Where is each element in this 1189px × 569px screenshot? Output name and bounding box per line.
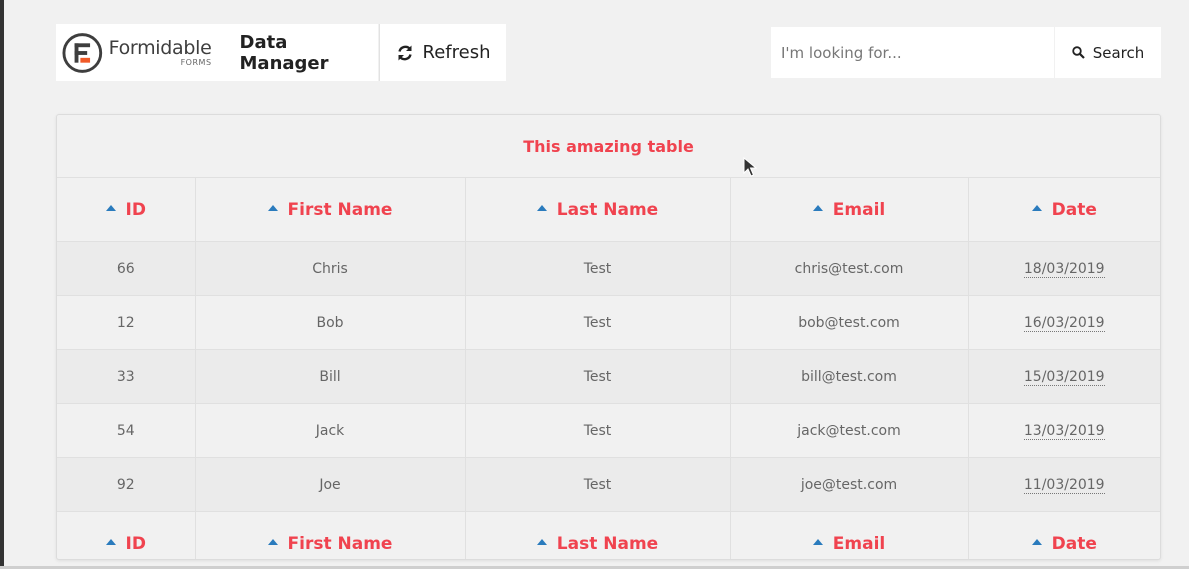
footer-header-id[interactable]: ID — [57, 511, 196, 559]
sort-asc-icon — [267, 204, 278, 211]
cell-last-name: Test — [465, 349, 731, 404]
table-header-row: ID First Name Last Name Email Date — [57, 178, 1160, 242]
cell-id: 66 — [57, 241, 196, 296]
footer-header-first-name[interactable]: First Name — [195, 511, 466, 559]
column-header-first-name[interactable]: First Name — [195, 178, 466, 242]
cell-date: 11/03/2019 — [968, 457, 1160, 512]
cell-id: 12 — [57, 295, 196, 350]
cell-date: 15/03/2019 — [968, 349, 1160, 404]
column-header-date[interactable]: Date — [968, 178, 1160, 242]
table-row: 54 Jack Test jack@test.com 13/03/2019 — [57, 403, 1160, 458]
formidable-logo-icon — [62, 32, 103, 73]
table-row: 33 Bill Test bill@test.com 15/03/2019 — [57, 349, 1160, 404]
sort-asc-icon — [267, 538, 278, 545]
cell-email: jack@test.com — [730, 403, 969, 458]
search-input[interactable] — [771, 27, 1054, 78]
cell-date: 16/03/2019 — [968, 295, 1160, 350]
search-button-label: Search — [1092, 43, 1145, 62]
cell-id: 54 — [57, 403, 196, 458]
sort-asc-icon — [536, 204, 547, 211]
sort-asc-icon — [536, 538, 547, 545]
search-button[interactable]: Search — [1055, 27, 1161, 78]
data-table-card: This amazing table ID First Name Last Na… — [56, 114, 1161, 560]
cell-last-name: Test — [465, 241, 731, 296]
table-row: 66 Chris Test chris@test.com 18/03/2019 — [57, 241, 1160, 296]
sort-asc-icon — [105, 538, 116, 545]
page-title: Data Manager — [239, 31, 329, 74]
window-edge — [0, 0, 4, 569]
cell-last-name: Test — [465, 295, 731, 350]
search-icon — [1072, 46, 1085, 59]
cell-email: chris@test.com — [730, 241, 969, 296]
cell-first-name: Bob — [195, 295, 466, 350]
cell-first-name: Jack — [195, 403, 466, 458]
refresh-icon — [397, 45, 412, 60]
table-row: 12 Bob Test bob@test.com 16/03/2019 — [57, 295, 1160, 350]
footer-header-last-name[interactable]: Last Name — [465, 511, 731, 559]
logo-text: Formidable FORMS — [108, 36, 212, 67]
cell-last-name: Test — [465, 457, 731, 512]
sort-asc-icon — [105, 204, 116, 211]
logo-sub-text: FORMS — [180, 57, 212, 67]
column-header-email[interactable]: Email — [730, 178, 969, 242]
table-row: 92 Joe Test joe@test.com 11/03/2019 — [57, 457, 1160, 512]
refresh-button[interactable]: Refresh — [379, 24, 506, 81]
cell-id: 33 — [57, 349, 196, 404]
sort-asc-icon — [812, 538, 823, 545]
cell-email: bob@test.com — [730, 295, 969, 350]
cell-email: bill@test.com — [730, 349, 969, 404]
refresh-button-label: Refresh — [422, 42, 491, 63]
mouse-cursor-icon — [743, 157, 757, 177]
table-caption: This amazing table — [57, 115, 1160, 178]
cell-email: joe@test.com — [730, 457, 969, 512]
column-header-last-name[interactable]: Last Name — [465, 178, 731, 242]
logo-main-text: Formidable — [108, 36, 212, 59]
cell-id: 92 — [57, 457, 196, 512]
brand-header: Formidable FORMS Data Manager — [56, 24, 378, 81]
footer-header-email[interactable]: Email — [730, 511, 969, 559]
cell-date: 18/03/2019 — [968, 241, 1160, 296]
cell-date: 13/03/2019 — [968, 403, 1160, 458]
sort-asc-icon — [1031, 204, 1042, 211]
cell-first-name: Joe — [195, 457, 466, 512]
footer-header-date[interactable]: Date — [968, 512, 1160, 560]
sort-asc-icon — [1031, 538, 1042, 545]
cell-first-name: Chris — [195, 241, 466, 296]
column-header-id[interactable]: ID — [57, 178, 196, 242]
sort-asc-icon — [812, 204, 823, 211]
table-footer-row: ID First Name Last Name Email Date — [57, 511, 1160, 560]
data-table: ID First Name Last Name Email Date 66 Ch… — [57, 178, 1160, 560]
cell-last-name: Test — [465, 403, 731, 458]
cell-first-name: Bill — [195, 349, 466, 404]
